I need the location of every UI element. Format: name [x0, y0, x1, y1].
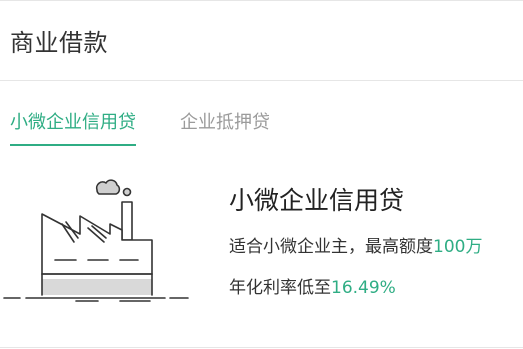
factory-illustration-icon — [3, 179, 189, 302]
rate-label: 年化利率低至 — [229, 278, 331, 298]
tab-business-mortgage-loan[interactable]: 企业抵押贷 — [180, 108, 270, 144]
bottom-divider — [0, 347, 523, 348]
rate-value: 16.49% — [331, 278, 396, 298]
product-limit-line: 适合小微企业主，最高额度100万 — [229, 232, 482, 257]
page-title: 商业借款 — [10, 29, 108, 57]
limit-amount: 100万 — [433, 237, 483, 257]
product-title: 小微企业信用贷 — [229, 186, 405, 215]
tab-small-business-credit-loan[interactable]: 小微企业信用贷 — [10, 108, 136, 146]
limit-label: 适合小微企业主，最高额度 — [229, 237, 433, 257]
product-rate-line: 年化利率低至16.49% — [229, 273, 396, 298]
header: 商业借款 — [0, 1, 523, 81]
